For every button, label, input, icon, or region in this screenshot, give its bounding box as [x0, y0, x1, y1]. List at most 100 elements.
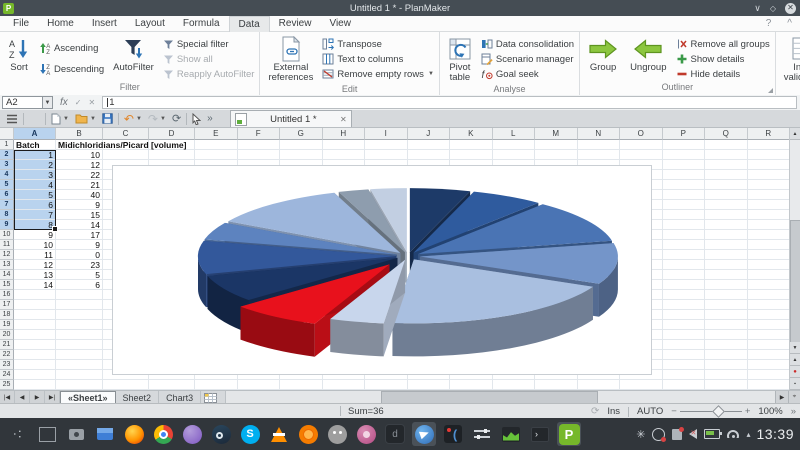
- grid-cell[interactable]: [663, 170, 706, 180]
- grid-cell[interactable]: [663, 160, 706, 170]
- grid-cell[interactable]: 11: [14, 250, 56, 260]
- grid-cell[interactable]: [103, 380, 149, 390]
- row-header-8[interactable]: 8: [0, 210, 14, 220]
- grid-cell[interactable]: 6: [56, 280, 103, 290]
- column-header-m[interactable]: M: [535, 128, 578, 140]
- dropdown-icon[interactable]: ▼: [428, 71, 434, 77]
- grid-cell[interactable]: [748, 380, 791, 390]
- grid-cell[interactable]: [748, 270, 791, 280]
- grid-cell[interactable]: [56, 350, 103, 360]
- grid-cell[interactable]: 5: [14, 190, 56, 200]
- grid-cell[interactable]: [620, 150, 663, 160]
- grid-cell[interactable]: [103, 150, 149, 160]
- column-header-l[interactable]: L: [493, 128, 536, 140]
- grid-cell[interactable]: [663, 290, 706, 300]
- row-header-17[interactable]: 17: [0, 300, 14, 310]
- group-expand-icon[interactable]: [768, 88, 773, 93]
- grid-cell[interactable]: [705, 210, 748, 220]
- grid-cell[interactable]: [663, 350, 706, 360]
- vlc-icon[interactable]: [267, 422, 291, 446]
- grid-cell[interactable]: 4: [14, 180, 56, 190]
- grid-cell[interactable]: [578, 380, 621, 390]
- skype-icon[interactable]: S: [238, 422, 262, 446]
- new-document-icon[interactable]: ▼: [48, 111, 72, 126]
- data-consolidation-button[interactable]: Data consolidation: [481, 37, 574, 51]
- grid-cell[interactable]: [56, 310, 103, 320]
- grid-cell[interactable]: Batch: [14, 140, 56, 150]
- grid-cell[interactable]: [748, 210, 791, 220]
- grid-cell[interactable]: [238, 140, 281, 150]
- grid-cell[interactable]: [450, 380, 493, 390]
- row-header-4[interactable]: 4: [0, 170, 14, 180]
- row-header-1[interactable]: 1: [0, 140, 14, 150]
- grid-cell[interactable]: [493, 380, 536, 390]
- grid-cell[interactable]: [705, 190, 748, 200]
- grid-cell[interactable]: [323, 150, 366, 160]
- grid-cell[interactable]: 21: [56, 180, 103, 190]
- row-header-25[interactable]: 25: [0, 380, 14, 390]
- column-header-g[interactable]: G: [280, 128, 323, 140]
- calc-mode-indicator[interactable]: AUTO: [637, 406, 663, 417]
- goal-seek-button[interactable]: fGoal seek: [481, 67, 574, 81]
- grid-cell[interactable]: [450, 150, 493, 160]
- save-icon[interactable]: [99, 111, 116, 126]
- grid-cell[interactable]: [14, 310, 56, 320]
- column-header-b[interactable]: B: [56, 128, 103, 140]
- firefox-icon[interactable]: [122, 422, 146, 446]
- special-filter-button[interactable]: Special filter: [163, 37, 255, 51]
- settings-sliders-icon[interactable]: [470, 422, 494, 446]
- grid-cell[interactable]: 7: [14, 210, 56, 220]
- grid-cell[interactable]: [493, 150, 536, 160]
- grid-cell[interactable]: [748, 260, 791, 270]
- grid-cell[interactable]: [705, 250, 748, 260]
- grid-cell[interactable]: [14, 300, 56, 310]
- insert-function-icon[interactable]: fx: [60, 97, 68, 108]
- grid-cell[interactable]: [705, 380, 748, 390]
- hamburger-menu-icon[interactable]: [3, 111, 21, 126]
- grid-cell[interactable]: [705, 320, 748, 330]
- external-references-button[interactable]: Externalreferences: [265, 35, 316, 84]
- grid-cell[interactable]: [748, 250, 791, 260]
- grid-cell[interactable]: [663, 240, 706, 250]
- row-header-11[interactable]: 11: [0, 240, 14, 250]
- grid-cell[interactable]: [56, 380, 103, 390]
- grid-cell[interactable]: [620, 380, 663, 390]
- vertical-scrollbar[interactable]: ▲ ▼ ▲ ● ▪: [789, 128, 800, 390]
- row-header-13[interactable]: 13: [0, 260, 14, 270]
- scenario-manager-button[interactable]: Scenario manager: [481, 52, 574, 66]
- grid-cell[interactable]: [663, 210, 706, 220]
- grid-cell[interactable]: [663, 140, 706, 150]
- screen-recorder-icon[interactable]: [652, 428, 665, 441]
- text-to-columns-button[interactable]: Text to columns: [322, 52, 434, 66]
- grid-cell[interactable]: 14: [56, 220, 103, 230]
- menu-tab-formula[interactable]: Formula: [174, 16, 229, 31]
- column-header-k[interactable]: K: [450, 128, 493, 140]
- grid-cell[interactable]: [365, 150, 408, 160]
- column-header-d[interactable]: D: [149, 128, 195, 140]
- volume-muted-icon[interactable]: [689, 429, 697, 439]
- grid-cell[interactable]: [705, 370, 748, 380]
- grid-cell[interactable]: [450, 140, 493, 150]
- notifications-icon[interactable]: ✳: [636, 428, 645, 441]
- column-header-p[interactable]: P: [663, 128, 706, 140]
- grid-cell[interactable]: [748, 230, 791, 240]
- grid-cell[interactable]: [195, 140, 238, 150]
- grid-cell[interactable]: [705, 150, 748, 160]
- statusbar-overflow-icon[interactable]: »: [791, 406, 796, 417]
- grid-cell[interactable]: [14, 340, 56, 350]
- grid-cell[interactable]: [705, 170, 748, 180]
- menu-tab-home[interactable]: Home: [38, 16, 83, 31]
- grid-cell[interactable]: [705, 260, 748, 270]
- grid-cell[interactable]: 2: [14, 160, 56, 170]
- pointer-icon[interactable]: [189, 111, 204, 126]
- grid-cell[interactable]: [365, 140, 408, 150]
- touch-mode-icon[interactable]: [26, 111, 43, 126]
- document-close-icon[interactable]: ✕: [340, 115, 347, 124]
- grid-cell[interactable]: [748, 180, 791, 190]
- grid-cell[interactable]: 23: [56, 260, 103, 270]
- grid-cell[interactable]: [748, 240, 791, 250]
- embedded-chart[interactable]: [112, 165, 652, 375]
- grid-cell[interactable]: 0: [56, 250, 103, 260]
- grid-cell[interactable]: [748, 320, 791, 330]
- row-header-10[interactable]: 10: [0, 230, 14, 240]
